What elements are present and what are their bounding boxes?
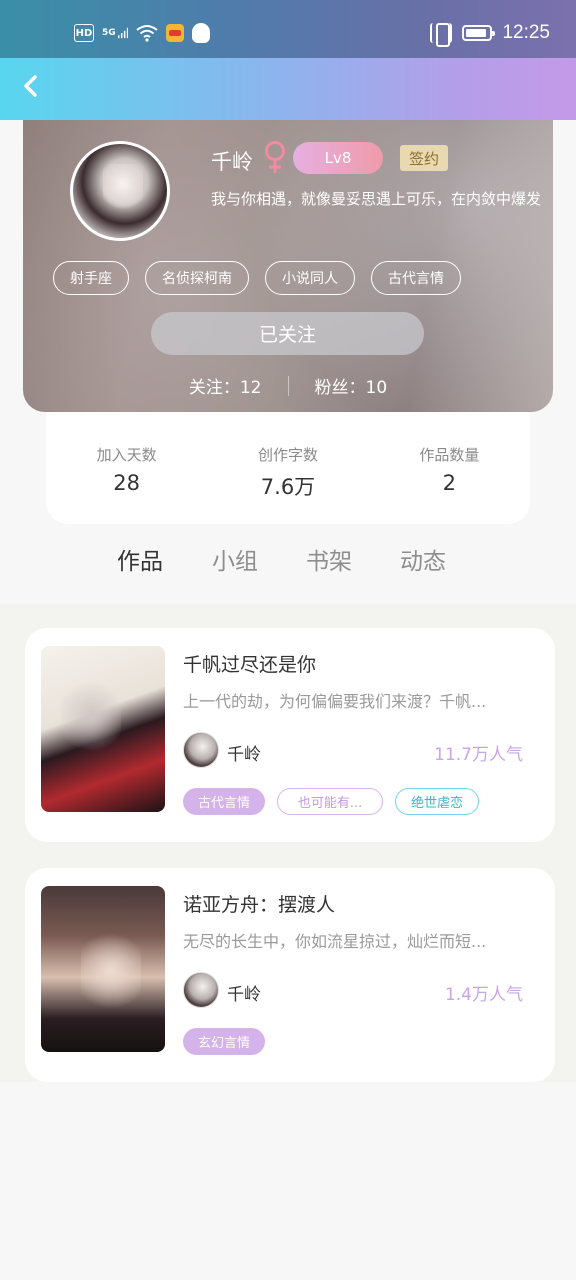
tab-label: 小组 (212, 549, 258, 575)
profile-tag[interactable]: 古代言情 (371, 261, 461, 295)
popularity: 1.4万人气 (444, 985, 523, 1005)
stat-value: 2 (442, 471, 456, 495)
tab-label: 作品 (117, 549, 163, 575)
work-tag[interactable]: 玄幻言情 (183, 1028, 266, 1055)
stat-label: 加入天数 (96, 446, 157, 464)
divider (287, 375, 289, 396)
profile-name: 千岭 (211, 150, 253, 174)
tab-works[interactable]: 作品 (116, 530, 164, 590)
work-title[interactable]: 千帆过尽还是你 (183, 650, 316, 677)
stat-label: 作品数量 (419, 446, 480, 464)
signal-label: 5G (102, 28, 116, 38)
stat-label: 创作字数 (257, 446, 318, 464)
stat-word-count: 创作字数 7.6万 (207, 410, 368, 524)
tab-label: 书架 (306, 549, 352, 575)
profile-tag[interactable]: 射手座 (53, 261, 129, 295)
book-cover[interactable] (41, 646, 165, 812)
chevron-left-icon (24, 75, 37, 97)
popularity: 11.7万人气 (434, 745, 523, 765)
stat-works-count: 作品数量 2 (369, 410, 530, 524)
work-title[interactable]: 诺亚方舟：摆渡人 (183, 890, 335, 917)
work-tag[interactable]: 也可能有... (277, 788, 384, 815)
stat-join-days: 加入天数 28 (46, 410, 207, 524)
profile-tag[interactable]: 小说同人 (265, 261, 355, 295)
tab-label: 动态 (400, 549, 446, 575)
profile-tag[interactable]: 名侦探柯南 (145, 261, 249, 295)
profile-tags: 射手座 名侦探柯南 小说同人 古代言情 (53, 261, 461, 295)
battery-icon (462, 25, 496, 41)
vibrate-icon (430, 23, 453, 47)
author-name[interactable]: 千岭 (227, 980, 261, 1005)
follow-stats: 关注：12 粉丝：10 (23, 373, 553, 398)
status-bar: HD 5G 12:25 (0, 0, 576, 58)
stats-card: 加入天数 28 创作字数 7.6万 作品数量 2 (46, 410, 530, 524)
female-icon (265, 141, 285, 173)
author-name[interactable]: 千岭 (227, 740, 261, 765)
author-avatar[interactable] (183, 732, 219, 768)
hd-icon: HD (74, 24, 94, 42)
status-time: 12:25 (502, 22, 550, 43)
wifi-icon (136, 22, 158, 44)
work-card[interactable]: 诺亚方舟：摆渡人 无尽的长生中，你如流星掠过，灿烂而短... 千岭 1.4万人气… (25, 868, 555, 1082)
qq-icon (192, 23, 210, 43)
author-avatar[interactable] (183, 972, 219, 1008)
back-button[interactable] (18, 72, 46, 100)
work-card[interactable]: 千帆过尽还是你 上一代的劫，为何偏偏要我们来渡？千帆... 千岭 11.7万人气… (25, 628, 555, 842)
following-count[interactable]: 关注：12 (189, 373, 262, 398)
work-description: 上一代的劫，为何偏偏要我们来渡？千帆... (183, 692, 487, 711)
notification-app-icon (166, 24, 184, 42)
signed-badge: 签约 (400, 145, 448, 171)
profile-card: 千岭 Lv8 签约 我与你相遇，就像曼妥思遇上可乐，在内敛中爆发 射手座 名侦探… (23, 120, 553, 412)
work-tag[interactable]: 绝世虐恋 (395, 788, 480, 815)
followers-count[interactable]: 粉丝：10 (315, 373, 388, 398)
tab-groups[interactable]: 小组 (212, 530, 258, 590)
stat-value: 28 (113, 471, 141, 495)
work-tags: 玄幻言情 (183, 1028, 266, 1055)
profile-avatar[interactable] (70, 141, 170, 241)
work-tag[interactable]: 古代言情 (183, 788, 266, 815)
work-description: 无尽的长生中，你如流星掠过，灿烂而短... (183, 932, 487, 951)
stat-value: 7.6万 (260, 475, 316, 499)
tab-bar: 作品 小组 书架 动态 (0, 530, 576, 604)
tab-activity[interactable]: 动态 (400, 530, 446, 590)
profile-bio: 我与你相遇，就像曼妥思遇上可乐，在内敛中爆发 (211, 190, 542, 208)
follow-button[interactable]: 已关注 (151, 312, 424, 355)
work-tags: 古代言情 也可能有... 绝世虐恋 (183, 788, 480, 815)
level-badge: Lv8 (293, 142, 383, 174)
signal-5g-icon: 5G (102, 22, 128, 44)
book-cover[interactable] (41, 886, 165, 1052)
tab-bookshelf[interactable]: 书架 (306, 530, 352, 590)
